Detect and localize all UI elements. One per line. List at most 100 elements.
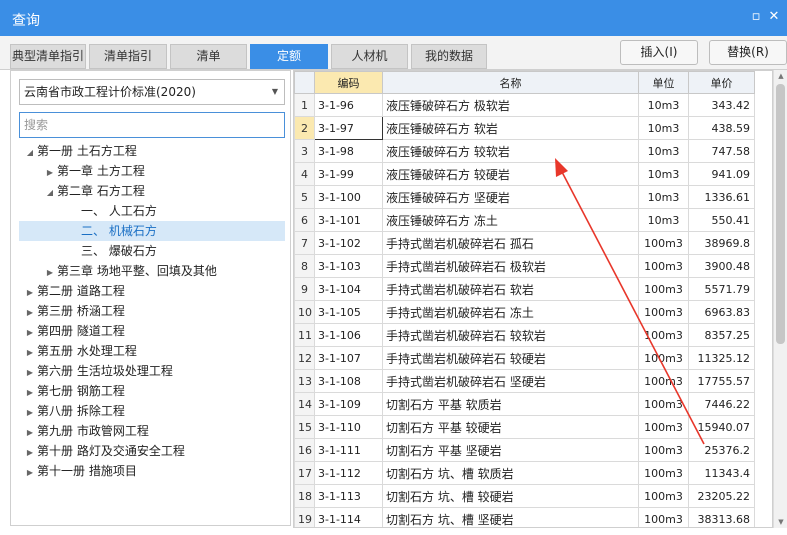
cell-unit[interactable]: 100m3 [638,300,689,324]
cell-code[interactable]: 3-1-113 [314,484,383,508]
cell-name[interactable]: 切割石方 平基 较硬岩 [382,415,639,439]
cell-code[interactable]: 3-1-102 [314,231,383,255]
collapsed-arrow-icon[interactable]: ▶ [23,423,37,443]
collapsed-arrow-icon[interactable]: ▶ [23,463,37,483]
cell-code[interactable]: 3-1-112 [314,461,383,485]
cell-name[interactable]: 液压锤破碎石方 坚硬岩 [382,185,639,209]
collapsed-arrow-icon[interactable]: ▶ [43,263,57,283]
tree-node[interactable]: ▶ 第六册 生活垃圾处理工程 [23,361,173,381]
tree-node[interactable]: ▶ 第三册 桥涵工程 [23,301,125,321]
tree-node[interactable]: 一、 人工石方 [81,201,157,221]
cell-name[interactable]: 液压锤破碎石方 极软岩 [382,93,639,117]
cell-price[interactable]: 11343.4 [688,461,755,485]
cell-code[interactable]: 3-1-99 [314,162,383,186]
cell-code[interactable]: 3-1-105 [314,300,383,324]
cell-name[interactable]: 切割石方 平基 软质岩 [382,392,639,416]
cell-code[interactable]: 3-1-104 [314,277,383,301]
cell-unit[interactable]: 100m3 [638,346,689,370]
table-row[interactable]: 11 3-1-106 手持式凿岩机破碎岩石 较软岩 100m3 8357.25 [294,323,755,347]
cell-name[interactable]: 液压锤破碎石方 较硬岩 [382,162,639,186]
cell-price[interactable]: 343.42 [688,93,755,117]
cell-code[interactable]: 3-1-109 [314,392,383,416]
tree-node[interactable]: ▶ 第三章 场地平整、回填及其他 [43,261,217,281]
cell-code[interactable]: 3-1-100 [314,185,383,209]
cell-price[interactable]: 25376.2 [688,438,755,462]
table-row[interactable]: 14 3-1-109 切割石方 平基 软质岩 100m3 7446.22 [294,392,755,416]
table-row[interactable]: 15 3-1-110 切割石方 平基 较硬岩 100m3 15940.07 [294,415,755,439]
cell-price[interactable]: 6963.83 [688,300,755,324]
cell-unit[interactable]: 100m3 [638,392,689,416]
collapsed-arrow-icon[interactable]: ▶ [23,363,37,383]
cell-price[interactable]: 7446.22 [688,392,755,416]
collapsed-arrow-icon[interactable]: ▶ [23,443,37,463]
table-row[interactable]: 19 3-1-114 切割石方 坑、槽 坚硬岩 100m3 38313.68 [294,507,755,527]
cell-code[interactable]: 3-1-98 [314,139,383,163]
cell-price[interactable]: 438.59 [688,116,755,140]
tree-node[interactable]: ▶ 第十册 路灯及交通安全工程 [23,441,185,461]
table-row[interactable]: 16 3-1-111 切割石方 平基 坚硬岩 100m3 25376.2 [294,438,755,462]
search-box[interactable] [19,112,285,138]
cell-unit[interactable]: 100m3 [638,507,689,527]
cell-name[interactable]: 手持式凿岩机破碎岩石 坚硬岩 [382,369,639,393]
cell-name[interactable]: 液压锤破碎石方 冻土 [382,208,639,232]
cell-code[interactable]: 3-1-111 [314,438,383,462]
cell-name[interactable]: 液压锤破碎石方 较软岩 [382,139,639,163]
expanded-arrow-icon[interactable]: ◢ [23,143,37,163]
cell-code[interactable]: 3-1-96 [314,93,383,117]
tree-node[interactable]: ▶ 第七册 钢筋工程 [23,381,125,401]
chevron-down-icon[interactable]: ▼ [272,80,278,104]
cell-name[interactable]: 切割石方 坑、槽 软质岩 [382,461,639,485]
table-row-active[interactable]: 2 3-1-97 液压锤破碎石方 软岩 10m3 438.59 [294,116,755,140]
cell-code-focused[interactable]: 3-1-97 [314,116,383,140]
insert-button[interactable]: 插入(I) [620,40,698,65]
cell-unit[interactable]: 10m3 [638,185,689,209]
cell-price[interactable]: 17755.57 [688,369,755,393]
cell-unit[interactable]: 100m3 [638,461,689,485]
table-row[interactable]: 3 3-1-98 液压锤破碎石方 较软岩 10m3 747.58 [294,139,755,163]
cell-code[interactable]: 3-1-110 [314,415,383,439]
column-header-price[interactable]: 单价 [688,71,755,94]
collapsed-arrow-icon[interactable]: ▶ [23,283,37,303]
cell-price[interactable]: 5571.79 [688,277,755,301]
cell-unit[interactable]: 10m3 [638,208,689,232]
tree-node[interactable]: ◢ 第一册 土石方工程 [23,141,137,161]
table-row[interactable]: 1 3-1-96 液压锤破碎石方 极软岩 10m3 343.42 [294,93,755,117]
collapsed-arrow-icon[interactable]: ▶ [23,323,37,343]
cell-unit[interactable]: 100m3 [638,438,689,462]
tree-node[interactable]: ▶ 第二册 道路工程 [23,281,125,301]
cell-name[interactable]: 切割石方 平基 坚硬岩 [382,438,639,462]
cell-name[interactable]: 液压锤破碎石方 软岩 [382,116,639,140]
cell-unit[interactable]: 100m3 [638,415,689,439]
cell-price[interactable]: 941.09 [688,162,755,186]
table-row[interactable]: 12 3-1-107 手持式凿岩机破碎岩石 较硬岩 100m3 11325.12 [294,346,755,370]
expanded-arrow-icon[interactable]: ◢ [43,183,57,203]
collapsed-arrow-icon[interactable]: ▶ [23,303,37,323]
table-row[interactable]: 10 3-1-105 手持式凿岩机破碎岩石 冻土 100m3 6963.83 [294,300,755,324]
replace-button[interactable]: 替换(R) [709,40,787,65]
tree-node[interactable]: ▶ 第十一册 措施项目 [23,461,137,481]
table-row[interactable]: 5 3-1-100 液压锤破碎石方 坚硬岩 10m3 1336.61 [294,185,755,209]
cell-price[interactable]: 3900.48 [688,254,755,278]
cell-name[interactable]: 手持式凿岩机破碎岩石 软岩 [382,277,639,301]
cell-name[interactable]: 手持式凿岩机破碎岩石 冻土 [382,300,639,324]
cell-code[interactable]: 3-1-101 [314,208,383,232]
cell-price[interactable]: 23205.22 [688,484,755,508]
tree-node[interactable]: ▶ 第五册 水处理工程 [23,341,137,361]
cell-unit[interactable]: 100m3 [638,369,689,393]
cell-unit[interactable]: 100m3 [638,231,689,255]
search-input[interactable] [20,113,284,137]
tree-node[interactable]: ▶ 第九册 市政管网工程 [23,421,149,441]
maximize-icon[interactable]: ▫ [748,9,764,25]
close-icon[interactable]: ✕ [766,9,782,25]
cell-unit[interactable]: 100m3 [638,484,689,508]
cell-code[interactable]: 3-1-107 [314,346,383,370]
collapsed-arrow-icon[interactable]: ▶ [43,163,57,183]
cell-code[interactable]: 3-1-108 [314,369,383,393]
cell-price[interactable]: 15940.07 [688,415,755,439]
cell-name[interactable]: 切割石方 坑、槽 坚硬岩 [382,507,639,527]
cell-name[interactable]: 切割石方 坑、槽 较硬岩 [382,484,639,508]
tree-node[interactable]: 三、 爆破石方 [81,241,157,261]
tab-labor-material-machine[interactable]: 人材机 [331,44,408,69]
cell-unit[interactable]: 100m3 [638,277,689,301]
cell-price[interactable]: 550.41 [688,208,755,232]
